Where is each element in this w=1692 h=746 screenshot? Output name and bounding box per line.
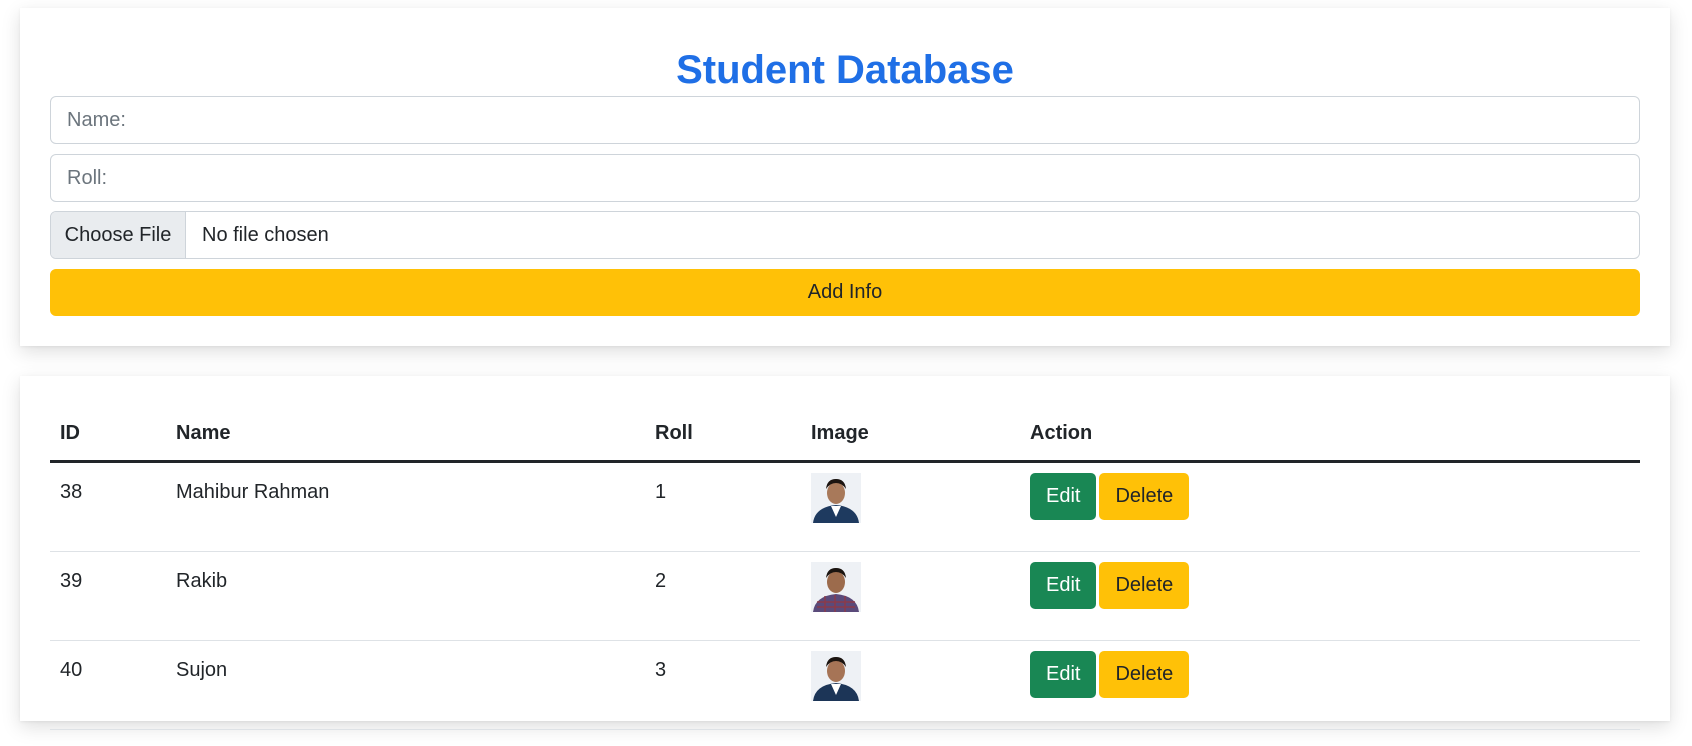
column-header-action: Action <box>1020 406 1640 463</box>
choose-file-button[interactable]: Choose File <box>51 212 186 258</box>
column-header-roll: Roll <box>645 406 801 463</box>
table-row: 38 Mahibur Rahman 1 Edit Delete <box>50 461 1640 552</box>
file-status-text: No file chosen <box>202 223 329 246</box>
row-id: 38 <box>50 461 166 552</box>
row-name: Rakib <box>166 551 645 641</box>
row-roll: 1 <box>645 461 801 552</box>
student-photo <box>811 651 861 701</box>
column-header-id: ID <box>50 406 166 463</box>
row-id: 40 <box>50 640 166 730</box>
delete-button[interactable]: Delete <box>1099 562 1190 609</box>
edit-button[interactable]: Edit <box>1030 562 1097 609</box>
table-header-row: ID Name Roll Image Action <box>50 406 1640 463</box>
add-info-button[interactable]: Add Info <box>50 269 1640 316</box>
delete-button[interactable]: Delete <box>1099 651 1190 698</box>
image-file-input[interactable]: Choose File No file chosen <box>50 211 1640 259</box>
column-header-image: Image <box>801 406 1020 463</box>
delete-button[interactable]: Delete <box>1099 473 1190 520</box>
name-input[interactable] <box>50 96 1640 144</box>
column-header-name: Name <box>166 406 645 463</box>
student-form-card: Student Database Choose File No file cho… <box>20 8 1670 346</box>
edit-button[interactable]: Edit <box>1030 473 1097 520</box>
edit-button[interactable]: Edit <box>1030 651 1097 698</box>
row-roll: 2 <box>645 551 801 641</box>
row-id: 39 <box>50 551 166 641</box>
student-photo <box>811 473 861 523</box>
student-photo <box>811 562 861 612</box>
table-row: 39 Rakib 2 Edit Delete <box>50 551 1640 641</box>
roll-input[interactable] <box>50 154 1640 202</box>
table-row: 40 Sujon 3 Edit Delete <box>50 640 1640 730</box>
row-name: Mahibur Rahman <box>166 461 645 552</box>
student-table-card: ID Name Roll Image Action 38 Mahibur Rah… <box>20 376 1670 730</box>
page-title: Student Database <box>676 48 1014 92</box>
row-name: Sujon <box>166 640 645 730</box>
student-table: ID Name Roll Image Action 38 Mahibur Rah… <box>50 406 1640 730</box>
row-roll: 3 <box>645 640 801 730</box>
